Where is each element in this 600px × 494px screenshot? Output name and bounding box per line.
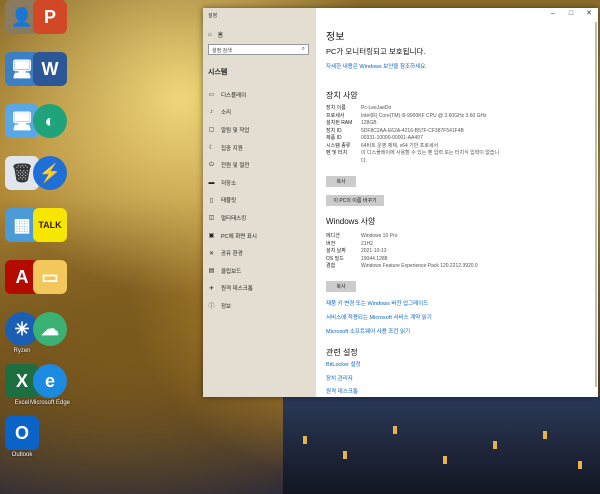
- bitlocker-link[interactable]: BitLocker 설정: [326, 360, 361, 368]
- spec-row: 프로세서 Intel(R) Core(TM) i9-9900KF CPU @ 3.…: [326, 112, 487, 119]
- page-title: 정보: [326, 32, 345, 43]
- clipboard-icon: ▤: [208, 268, 215, 275]
- spec-row: 버전 21H2: [326, 240, 373, 247]
- info-icon: ⓘ: [208, 304, 215, 311]
- search-icon: ⌕: [301, 46, 305, 52]
- protection-status: PC가 모니터링되고 보호됩니다.: [326, 47, 426, 56]
- nav-item-notifications[interactable]: ▢ 알림 및 작업: [208, 121, 257, 139]
- system-header: 시스템: [208, 69, 228, 76]
- spec-row: OS 빌드 19044.1288: [326, 255, 388, 262]
- multitask-icon: ◫: [208, 215, 215, 222]
- scrollbar[interactable]: [595, 22, 597, 387]
- rename-pc-button[interactable]: 이 PC의 이름 바꾸기: [326, 195, 384, 206]
- spec-row: 경험 Windows Feature Experience Pack 120.22…: [326, 263, 478, 269]
- device-manager-link[interactable]: 장치 관리자: [326, 374, 353, 382]
- desktop-icon-cloud[interactable]: ☁: [28, 312, 72, 348]
- nav-item-focus[interactable]: ☾ 집중 지원: [208, 139, 257, 157]
- kakaotalk-icon: TALK: [33, 208, 67, 242]
- title-bar-controls: – □ ✕: [544, 8, 598, 20]
- desktop-icon-bolt[interactable]: ⚡: [28, 156, 72, 192]
- nav-item-shared[interactable]: ✕ 공유 환경: [208, 244, 257, 262]
- search-input[interactable]: 설정 검색 ⌕: [208, 44, 309, 55]
- tablet-icon: ▯: [209, 197, 214, 204]
- home-link[interactable]: ⌂ 홈: [208, 30, 224, 40]
- powerpoint-icon: P: [33, 0, 67, 34]
- word-icon: W: [33, 52, 67, 86]
- nav-item-tablet[interactable]: ▯ 태블릿: [208, 192, 257, 210]
- nav-item-multitasking[interactable]: ◫ 멀티태스킹: [208, 209, 257, 227]
- nav-item-projecting[interactable]: ▣ PC에 화면 표시: [208, 227, 257, 245]
- nav-item-power[interactable]: ⏻ 전원 및 절전: [208, 156, 257, 174]
- notification-icon: ▢: [208, 127, 215, 134]
- spec-row: 시스템 종류 64비트 운영 체제, x64 기반 프로세서: [326, 142, 439, 149]
- close-button[interactable]: ✕: [580, 8, 598, 20]
- app-swirl-icon: ◐: [33, 104, 67, 138]
- security-link[interactable]: 자세한 내용은 Windows 보안을 참조하세요.: [326, 62, 427, 70]
- desktop-icon-powerpoint[interactable]: P: [28, 0, 72, 36]
- desktop-icon-word[interactable]: W: [28, 52, 72, 88]
- home-icon: ⌂: [208, 31, 212, 38]
- home-label: 홈: [217, 33, 224, 39]
- copy-windows-spec-button[interactable]: 복사: [326, 281, 356, 292]
- product-key-link[interactable]: 제품 키 변경 또는 Windows 버전 업그레이드: [326, 299, 428, 307]
- windows-spec-list: 에디션 Windows 10 Pro 버전 21H2 설치 날짜 2021-10-13…: [326, 233, 556, 271]
- desktop-icon-folder[interactable]: ▭: [28, 260, 72, 296]
- nav-item-storage[interactable]: ▬ 저장소: [208, 174, 257, 192]
- spec-row: 설치된 RAM 128GB: [326, 120, 377, 126]
- desktop-icon-edge[interactable]: e Microsoft Edge: [28, 364, 72, 406]
- device-spec-list: 장치 이름 Pc-LeeJaeDo 프로세서 Intel(R) Core(TM) i…: [326, 105, 556, 165]
- spec-row: 에디션 Windows 10 Pro: [326, 233, 398, 239]
- spec-row: 펜 및 터치 이 디스플레이에 사용할 수 있는 펜 입력 또는 터치식 입력이 …: [326, 150, 500, 164]
- share-icon: ✕: [208, 250, 215, 257]
- settings-sidebar: 설정 ⌂ 홈 설정 검색 ⌕ 시스템 ▭ 디스플레이 ♪ 소리 ▢ 알림 및 작업 ☾…: [203, 8, 316, 397]
- focus-icon: ☾: [208, 145, 215, 152]
- cloud-app-icon: ☁: [33, 312, 67, 346]
- power-icon: ⏻: [209, 161, 214, 168]
- nav-item-display[interactable]: ▭ 디스플레이: [208, 86, 257, 104]
- sound-icon: ♪: [210, 109, 213, 116]
- app-title: 설정: [208, 13, 218, 19]
- windows-spec-title: Windows 사양: [326, 217, 376, 226]
- spec-row: 제품 ID 00331-10000-00001-AA497: [326, 135, 423, 141]
- desktop-icon-kakaotalk[interactable]: TALK: [28, 208, 72, 244]
- nav-list: ▭ 디스플레이 ♪ 소리 ▢ 알림 및 작업 ☾ 집중 지원 ⏻ 전원 및 절전 ▬ 저장소…: [208, 86, 257, 315]
- maximize-button[interactable]: □: [562, 8, 580, 20]
- nav-item-clipboard[interactable]: ▤ 클립보드: [208, 262, 257, 280]
- wallpaper-night-city: [283, 396, 600, 494]
- minimize-button[interactable]: –: [544, 8, 562, 20]
- related-settings-title: 관련 설정: [326, 348, 358, 357]
- project-icon: ▣: [208, 233, 215, 240]
- copy-device-spec-button[interactable]: 복사: [326, 176, 356, 187]
- folder-icon: ▭: [33, 260, 67, 294]
- spec-row: 장치 이름 Pc-LeeJaeDo: [326, 105, 392, 111]
- nav-item-remote[interactable]: ✈ 원격 데스크톱: [208, 280, 257, 298]
- storage-icon: ▬: [208, 179, 215, 186]
- remote-icon: ✈: [208, 285, 215, 292]
- service-agreement-link[interactable]: 서비스에 적용되는 Microsoft 서비스 계약 읽기: [326, 313, 432, 321]
- search-placeholder: 설정 검색: [212, 48, 232, 54]
- device-spec-title: 장치 사양: [326, 91, 358, 100]
- nav-item-sound[interactable]: ♪ 소리: [208, 104, 257, 122]
- desktop-icon-outlook[interactable]: O Outlook: [0, 416, 44, 458]
- settings-main: – □ ✕ 정보 PC가 모니터링되고 보호됩니다. 자세한 내용은 Windo…: [316, 8, 598, 397]
- remote-desktop-link[interactable]: 원격 데스크톱: [326, 387, 358, 395]
- spec-row: 장치 ID 5DF8C2AA-E62A-4216-B57F-CF387F541F4…: [326, 127, 464, 134]
- edge-icon: e: [33, 364, 67, 398]
- display-icon: ▭: [208, 92, 215, 99]
- settings-window: 설정 ⌂ 홈 설정 검색 ⌕ 시스템 ▭ 디스플레이 ♪ 소리 ▢ 알림 및 작업 ☾…: [203, 8, 598, 397]
- outlook-icon: O: [5, 416, 39, 450]
- spec-row: 설치 날짜 2021-10-13: [326, 248, 387, 254]
- desktop-icon-app-green[interactable]: ◐: [28, 104, 72, 140]
- lightning-icon: ⚡: [33, 156, 67, 190]
- nav-item-about[interactable]: ⓘ 정보: [208, 297, 257, 315]
- license-terms-link[interactable]: Microsoft 소프트웨어 사용 조건 읽기: [326, 327, 410, 335]
